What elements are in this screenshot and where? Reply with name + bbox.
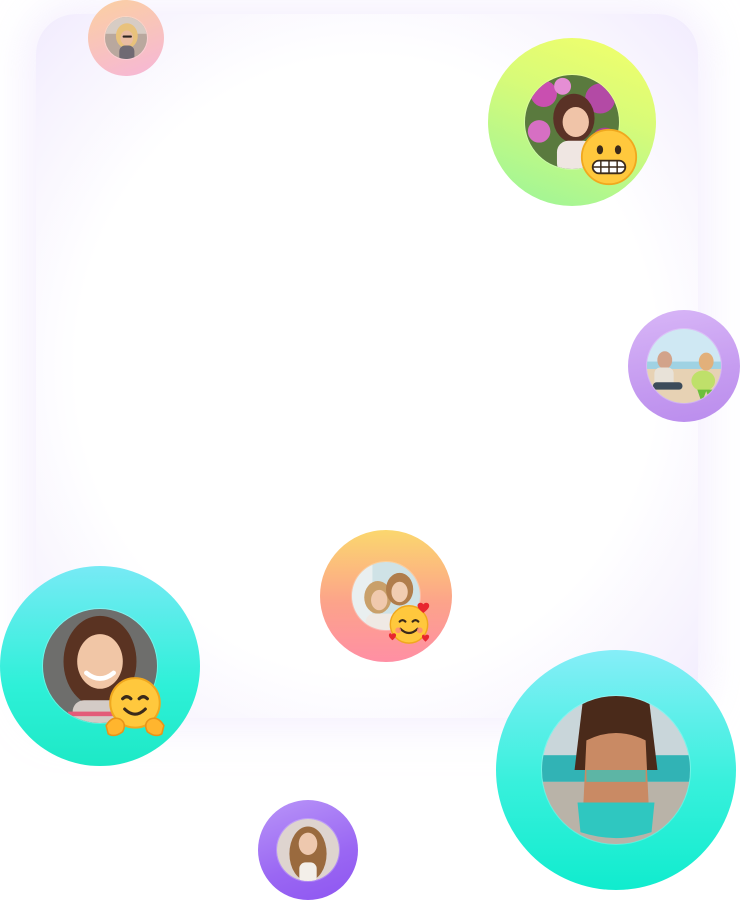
avatar-bubble-top-right[interactable]	[488, 38, 656, 206]
avatar-bubble-top-left[interactable]	[88, 0, 164, 76]
avatar-photo	[105, 17, 147, 59]
avatar-photo	[277, 819, 339, 881]
avatar-bubble-right[interactable]	[628, 310, 740, 422]
beach-swimwear-image	[542, 696, 690, 844]
hugging-face-icon	[102, 674, 168, 740]
avatar-bubble-bottom-center[interactable]	[258, 800, 358, 900]
avatar-bubble-center[interactable]	[320, 530, 452, 662]
long-hair-woman-image	[277, 819, 339, 881]
smiling-face-with-hearts-icon	[386, 600, 432, 646]
avatar-photo	[542, 696, 690, 844]
floating-avatars-canvas	[0, 0, 740, 908]
avatar-bubble-bottom-right[interactable]	[496, 650, 736, 890]
beach-couple-image	[647, 329, 721, 403]
avatar-bubble-left[interactable]	[0, 566, 200, 766]
avatar-photo	[647, 329, 721, 403]
woman-portrait-image	[105, 17, 147, 59]
grimacing-emoji-icon	[580, 128, 638, 186]
